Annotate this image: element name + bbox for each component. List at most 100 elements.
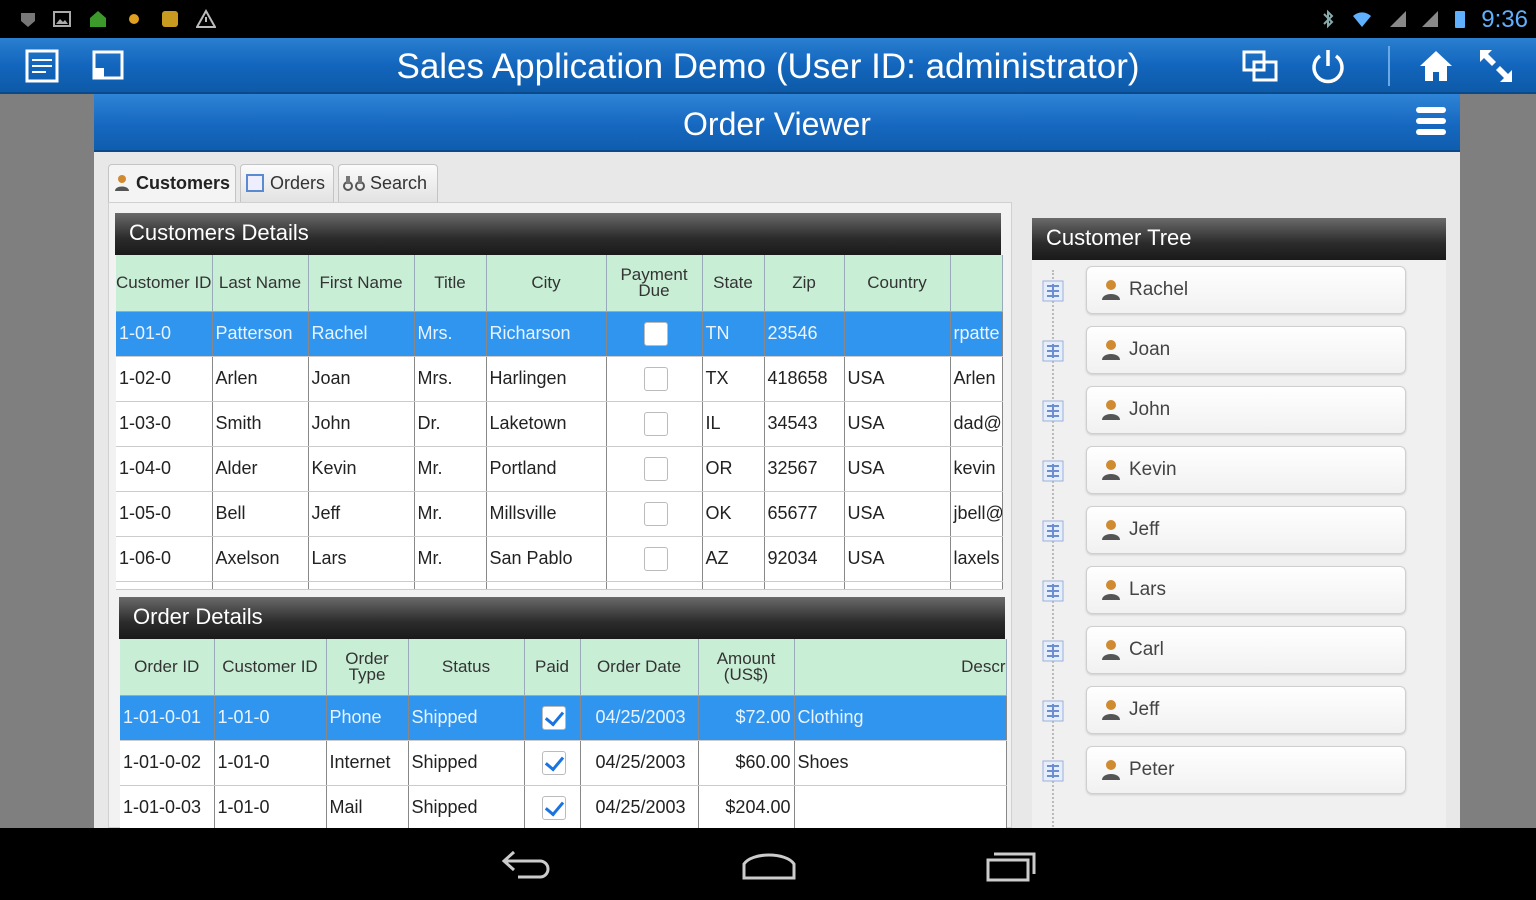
tree-node-card[interactable]: Joan: [1086, 326, 1406, 374]
zip-cell: 418658: [764, 356, 845, 402]
paid-cell[interactable]: [524, 740, 581, 786]
payment-due-cell[interactable]: [606, 491, 703, 537]
copy-windows-icon[interactable]: [1240, 46, 1280, 86]
column-header[interactable]: Zip: [764, 255, 845, 312]
tree-node-label: Joan: [1129, 339, 1171, 360]
tab-orders[interactable]: Orders: [240, 164, 334, 202]
tree-node-card[interactable]: Jeff: [1086, 686, 1406, 734]
column-header[interactable]: Amount (US$): [698, 639, 795, 696]
tree-node[interactable]: Jeff: [1032, 506, 1446, 556]
tree-node-card[interactable]: Peter: [1086, 746, 1406, 794]
column-header[interactable]: Order Date: [580, 639, 699, 696]
tree-node[interactable]: Rachel: [1032, 266, 1446, 316]
tree-expand-icon[interactable]: [1042, 760, 1064, 782]
column-header[interactable]: [950, 255, 1003, 312]
payment-due-cell[interactable]: [606, 401, 703, 447]
tab-search[interactable]: Search: [338, 164, 438, 202]
payment-due-checkbox[interactable]: [643, 366, 668, 391]
binoculars-icon: [343, 176, 365, 191]
tree-node[interactable]: Peter: [1032, 746, 1446, 796]
column-header[interactable]: Customer ID: [214, 639, 327, 696]
bluetooth-icon: [1323, 9, 1334, 29]
column-header[interactable]: Title: [414, 255, 487, 312]
payment-due-cell[interactable]: [606, 311, 703, 357]
tree-node-card[interactable]: Kevin: [1086, 446, 1406, 494]
expand-icon[interactable]: [1476, 46, 1516, 86]
table-row[interactable]: 1-01-0-03 1-01-0 Mail Shipped 04/25/2003 $204…: [120, 785, 1007, 831]
home-icon[interactable]: [1416, 46, 1456, 86]
tree-expand-icon[interactable]: [1042, 340, 1064, 362]
table-row[interactable]: 1-03-0 Smith John Dr. Laketown IL 34543 USA dad@: [116, 401, 1003, 447]
payment-due-checkbox[interactable]: [643, 546, 668, 571]
paid-checkbox[interactable]: [541, 750, 566, 775]
zip-cell: 65677: [764, 491, 845, 537]
tree-node[interactable]: John: [1032, 386, 1446, 436]
column-header[interactable]: First Name: [308, 255, 415, 312]
tree-node[interactable]: Lars: [1032, 566, 1446, 616]
paid-cell[interactable]: [524, 785, 581, 831]
tree-node-card[interactable]: John: [1086, 386, 1406, 434]
tree-node[interactable]: Carl: [1032, 626, 1446, 676]
tree-node[interactable]: Kevin: [1032, 446, 1446, 496]
tree-node-card[interactable]: Rachel: [1086, 266, 1406, 314]
menu-icon[interactable]: [1416, 107, 1446, 139]
tree-node[interactable]: Jeff: [1032, 686, 1446, 736]
tree-expand-icon[interactable]: [1042, 460, 1064, 482]
paid-checkbox[interactable]: [541, 795, 566, 820]
column-header[interactable]: State: [702, 255, 765, 312]
table-row[interactable]: 1-05-0 Bell Jeff Mr. Millsville OK 65677 USA jbe…: [116, 491, 1003, 537]
column-header[interactable]: Status: [408, 639, 525, 696]
tree-expand-icon[interactable]: [1042, 280, 1064, 302]
payment-due-checkbox[interactable]: [643, 321, 668, 346]
table-row[interactable]: 1-06-0 Axelson Lars Mr. San Pablo AZ 92034 USA l…: [116, 536, 1003, 582]
home-nav-icon[interactable]: [740, 850, 798, 882]
table-row[interactable]: 1-01-0-02 1-01-0 Internet Shipped 04/25/2003…: [120, 740, 1007, 786]
column-header[interactable]: Descr: [794, 639, 1007, 696]
table-row[interactable]: 1-04-0 Alder Kevin Mr. Portland OR 32567 USA kev…: [116, 446, 1003, 492]
tree-node-card[interactable]: Jeff: [1086, 506, 1406, 554]
column-header[interactable]: Order Type: [326, 639, 409, 696]
payment-due-cell[interactable]: [606, 446, 703, 492]
tab-customers[interactable]: Customers: [108, 164, 236, 202]
column-header[interactable]: Paid: [524, 639, 581, 696]
payment-due-checkbox[interactable]: [643, 501, 668, 526]
column-header[interactable]: Order ID: [120, 639, 215, 696]
country-cell: USA: [844, 446, 951, 492]
tree-expand-icon[interactable]: [1042, 520, 1064, 542]
payment-due-cell[interactable]: [606, 356, 703, 402]
tree-expand-icon[interactable]: [1042, 580, 1064, 602]
tree-expand-icon[interactable]: [1042, 700, 1064, 722]
power-icon[interactable]: [1308, 46, 1348, 86]
column-header[interactable]: Country: [844, 255, 951, 312]
column-header[interactable]: City: [486, 255, 607, 312]
order-date-cell: 04/25/2003: [580, 740, 699, 786]
payment-due-checkbox[interactable]: [643, 411, 668, 436]
recent-apps-icon[interactable]: [984, 848, 1040, 884]
tree-node[interactable]: Joan: [1032, 326, 1446, 376]
city-cell: Portland: [486, 446, 607, 492]
tree-node-card[interactable]: Carl: [1086, 626, 1406, 674]
tab-label: Customers: [136, 173, 231, 193]
description-cell: Clothing: [794, 695, 1007, 741]
country-cell: [844, 311, 951, 357]
table-row[interactable]: 1-01-0 Patterson Rachel Mrs. Richarson TN 2354…: [116, 311, 1003, 357]
column-header[interactable]: Last Name: [212, 255, 309, 312]
table-row[interactable]: 1-02-0 Arlen Joan Mrs. Harlingen TX 418658 USA A…: [116, 356, 1003, 402]
email-cell: dad@: [950, 401, 1003, 447]
payment-due-checkbox[interactable]: [643, 456, 668, 481]
tree-expand-icon[interactable]: [1042, 400, 1064, 422]
payment-due-cell[interactable]: [606, 536, 703, 582]
content-stage: Order Viewer Customers Orders Search Cus…: [0, 94, 1536, 831]
state-cell: AZ: [702, 536, 765, 582]
empty-cell: [950, 581, 1003, 590]
tree-expand-icon[interactable]: [1042, 640, 1064, 662]
back-icon[interactable]: [500, 848, 552, 882]
tree-node-card[interactable]: Lars: [1086, 566, 1406, 614]
paid-checkbox[interactable]: [541, 705, 566, 730]
column-header[interactable]: Customer ID: [116, 255, 213, 312]
column-header[interactable]: Payment Due: [606, 255, 703, 312]
table-row[interactable]: 1-01-0-01 1-01-0 Phone Shipped 04/25/2003 $72…: [120, 695, 1007, 741]
paid-cell[interactable]: [524, 695, 581, 741]
empty-cell: [212, 581, 309, 590]
email-cell: kevin: [950, 446, 1003, 492]
